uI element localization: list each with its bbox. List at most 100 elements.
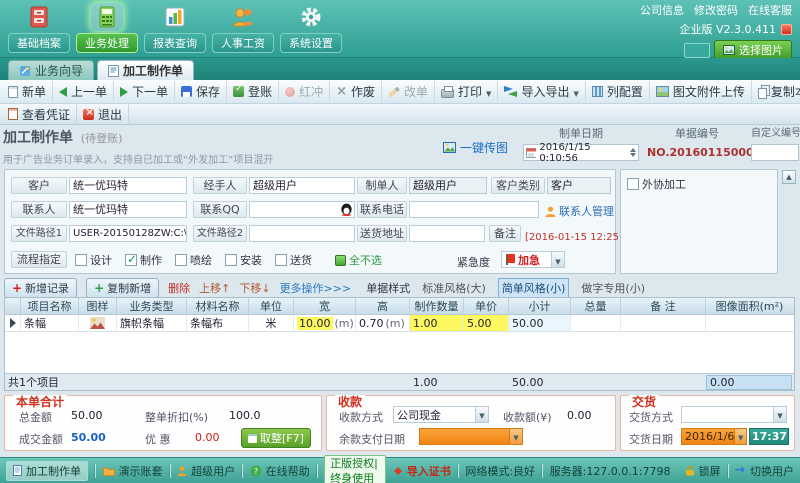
delivery-address-input[interactable] [409,225,485,242]
prev-button[interactable]: 上一单 [53,81,114,102]
checkbox-production[interactable]: 制作 [125,252,162,268]
tab-business-wizard[interactable]: 业务向导 [8,60,94,80]
handler-input[interactable]: 超级用户 [249,177,355,194]
cell-width[interactable]: 10.00(m) [294,315,356,331]
lock-screen-button[interactable]: 锁屏 [685,463,721,479]
customer-input[interactable]: 统一优玛特 [69,177,187,194]
view-voucher-button[interactable]: 查看凭证 [2,104,77,125]
payment-amount-value[interactable]: 0.00 [567,409,592,422]
round-button[interactable]: 取整[F7] [241,428,311,448]
spinner-icon[interactable] [630,148,636,157]
column-config-button[interactable]: 列配置 [586,81,650,102]
status-user[interactable]: 超级用户 [177,463,235,479]
exit-button[interactable]: 退出 [77,104,129,125]
select-image-button[interactable]: 选择图片 [714,40,792,60]
status-help[interactable]: ? 在线帮助 [250,463,310,479]
dropdown-button[interactable] [773,407,786,422]
nav-item-business[interactable]: 业务处理 [76,2,138,53]
delete-row-link[interactable]: 删除 [168,280,190,296]
col-image-area[interactable]: 图像面积(m²) [706,298,793,314]
add-record-button[interactable]: +新增记录 [4,278,77,298]
move-down-link[interactable]: 下移↓ [239,280,270,296]
copy-add-button[interactable]: +复制新增 [86,278,159,298]
col-subtotal[interactable]: 小计 [509,298,571,314]
more-actions-link[interactable]: 更多操作>>> [280,280,352,296]
file-path1-input[interactable]: USER-20150128ZW:C:\ [69,225,187,242]
discount-off-value[interactable]: 0.00 [195,431,220,444]
cell-unit[interactable]: 米 [249,315,294,331]
col-material[interactable]: 材料名称 [187,298,249,314]
style-char-option[interactable]: 做字专用(小) [578,279,648,297]
online-service-link[interactable]: 在线客服 [748,2,792,18]
col-pattern[interactable]: 图样 [79,298,117,314]
red-flush-button[interactable]: 红冲 [279,81,330,102]
delivery-date-select[interactable]: 2016/1/6 [681,428,747,445]
copy-doc-button[interactable]: 复制本单 [752,81,800,102]
select-none-link[interactable]: 全不选 [335,252,382,268]
dropdown-button[interactable] [734,429,746,444]
cell-quantity[interactable]: 1.00 [410,315,464,331]
new-button[interactable]: 新单 [2,81,53,102]
checkbox-spray[interactable]: 喷绘 [175,252,212,268]
contact-manager-link[interactable]: 联系人管理 [545,203,614,219]
col-width[interactable]: 宽 [294,298,356,314]
cell-business-type[interactable]: 旗帜条幅 [117,315,187,331]
phone-input[interactable] [409,201,539,218]
col-business-type[interactable]: 业务类型 [117,298,187,314]
cell-material[interactable]: 条幅布 [187,315,249,331]
post-button[interactable]: 登账 [227,81,279,102]
tab-processing-order[interactable]: 加工制作单 [97,60,194,80]
cell-project-name[interactable]: 条幅 [21,315,79,331]
checkbox-design[interactable]: 设计 [75,252,112,268]
quick-upload-link[interactable]: 一键传图 [443,139,508,156]
cell-subtotal[interactable]: 50.00 [509,315,571,331]
discount-pct-value[interactable]: 100.0 [229,409,261,422]
cell-remark[interactable] [621,315,706,331]
cell-height[interactable]: 0.70(m) [356,315,410,331]
change-password-link[interactable]: 修改密码 [694,2,738,18]
checkbox-outsource[interactable]: 外协加工 [627,176,686,192]
col-remark[interactable]: 备 注 [621,298,706,314]
dropdown-button[interactable] [551,252,564,267]
task-current-doc[interactable]: 加工制作单 [6,461,88,481]
save-button[interactable]: 保存 [175,81,227,102]
cell-image-area[interactable] [706,315,793,331]
status-account[interactable]: 演示账套 [103,463,163,479]
qq-input[interactable] [249,201,355,218]
delivery-time-input[interactable]: 17:37 [749,428,789,445]
dropdown-button[interactable] [475,407,488,422]
qq-icon[interactable] [340,203,353,218]
balance-date-select[interactable] [419,428,523,445]
checkbox-delivery[interactable]: 送货 [275,252,312,268]
col-unit-price[interactable]: 单价 [464,298,509,314]
print-button[interactable]: 打印 [435,81,498,102]
style-standard-option[interactable]: 标准风格(大) [419,279,489,297]
contact-input[interactable]: 统一优玛特 [69,201,187,218]
custom-number-input[interactable] [751,144,799,161]
col-quantity[interactable]: 制作数量 [410,298,464,314]
modify-button[interactable]: 改单 [382,81,435,102]
file-path2-input[interactable] [249,225,355,242]
col-project-name[interactable]: 项目名称 [21,298,79,314]
delivery-method-select[interactable] [681,406,787,423]
attachment-upload-button[interactable]: 图文附件上传 [650,81,752,102]
style-simple-option[interactable]: 简单风格(小) [498,278,570,298]
spinner-icon[interactable] [789,432,795,441]
urgency-select[interactable]: 加急 [501,251,565,268]
nav-item-settings[interactable]: 系统设置 [280,2,342,53]
notice-icon[interactable] [781,24,792,35]
col-total[interactable]: 总量 [571,298,621,314]
col-unit[interactable]: 单位 [249,298,294,314]
import-export-button[interactable]: 导入导出 [498,81,585,102]
company-info-link[interactable]: 公司信息 [640,2,684,18]
cell-pattern[interactable] [79,315,117,331]
nav-item-basic-files[interactable]: 基础档案 [8,2,70,53]
void-button[interactable]: ×作废 [330,81,382,102]
order-date-input[interactable]: 2016/1/15 0:10:56 [523,144,639,161]
dropdown-button[interactable] [509,429,522,444]
collapse-button[interactable] [782,170,796,184]
switch-user-button[interactable]: 切换用户 [735,463,794,479]
cell-unit-price[interactable]: 5.00 [464,315,509,331]
import-cert-link[interactable]: 导入证书 [393,463,451,479]
col-height[interactable]: 高 [356,298,410,314]
